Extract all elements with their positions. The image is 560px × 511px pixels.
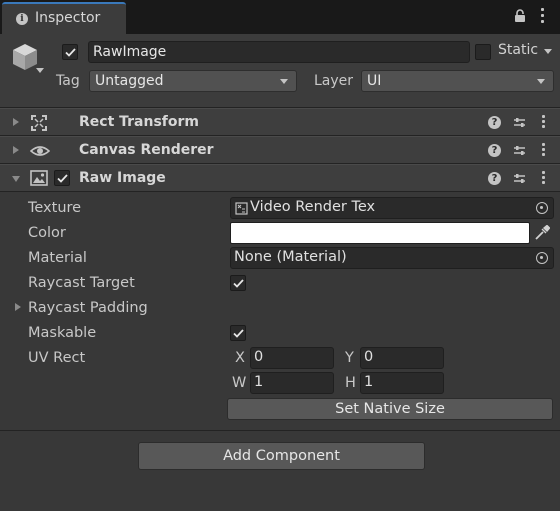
material-object-field[interactable]: None (Material): [230, 247, 554, 269]
layer-dropdown[interactable]: UI: [361, 70, 554, 92]
texture-object-field[interactable]: Video Render Tex: [230, 197, 554, 219]
raycast-target-checkbox[interactable]: [230, 275, 246, 291]
component-title: Rect Transform: [79, 114, 200, 130]
component-rect-transform[interactable]: Rect Transform ?: [0, 108, 560, 136]
gameobject-header: RawImage Static Tag Untagged Layer UI: [0, 34, 560, 108]
name-input[interactable]: RawImage: [88, 41, 470, 63]
uv-w-field[interactable]: 1: [250, 372, 334, 394]
chevron-down-icon: [537, 79, 545, 84]
uv-rect-label: UV Rect: [28, 350, 86, 366]
component-canvas-renderer[interactable]: Canvas Renderer ?: [0, 136, 560, 164]
foldout-arrow-icon[interactable]: [15, 303, 21, 311]
tag-value: Untagged: [95, 73, 164, 89]
layer-label: Layer: [314, 73, 354, 89]
add-component-button[interactable]: Add Component: [138, 442, 425, 470]
color-label: Color: [28, 225, 66, 241]
checkmark-icon: [65, 48, 76, 57]
foldout-arrow-icon[interactable]: [12, 176, 20, 182]
set-native-size-button[interactable]: Set Native Size: [227, 398, 553, 420]
material-value: None (Material): [234, 249, 347, 265]
maskable-checkbox[interactable]: [230, 325, 246, 341]
raw-image-properties: Texture Video Render Tex Color Material …: [0, 193, 560, 431]
presets-icon[interactable]: [513, 172, 526, 185]
kebab-menu-icon[interactable]: [539, 8, 545, 24]
static-dropdown-icon[interactable]: [544, 49, 552, 54]
uv-y-field[interactable]: 0: [360, 347, 444, 369]
lock-icon[interactable]: [514, 9, 526, 23]
uv-y-label: Y: [345, 350, 354, 366]
rect-transform-icon: [31, 115, 47, 131]
uv-w-label: W: [232, 375, 247, 391]
layer-value: UI: [367, 73, 382, 89]
object-picker-icon[interactable]: [536, 202, 548, 214]
material-label: Material: [28, 250, 87, 266]
tab-label: Inspector: [35, 10, 101, 26]
help-icon[interactable]: ?: [488, 172, 501, 185]
checkmark-icon: [57, 174, 68, 183]
image-icon: [30, 170, 48, 186]
static-label: Static: [498, 42, 539, 58]
render-texture-icon: [235, 202, 248, 215]
tag-label: Tag: [56, 73, 80, 89]
eye-icon: [30, 146, 50, 156]
info-icon: i: [16, 13, 28, 25]
checkmark-icon: [233, 279, 244, 288]
checkmark-icon: [233, 329, 244, 338]
maskable-label: Maskable: [28, 325, 97, 341]
static-checkbox[interactable]: [475, 44, 491, 60]
uv-h-field[interactable]: 1: [360, 372, 444, 394]
component-title: Raw Image: [79, 170, 166, 186]
tag-dropdown[interactable]: Untagged: [89, 70, 297, 92]
tab-inspector[interactable]: i Inspector: [2, 2, 126, 34]
component-title: Canvas Renderer: [79, 142, 214, 158]
object-picker-icon[interactable]: [536, 252, 548, 264]
help-icon[interactable]: ?: [488, 144, 501, 157]
uv-x-label: X: [235, 350, 245, 366]
component-menu-icon[interactable]: [541, 143, 545, 159]
presets-icon[interactable]: [513, 144, 526, 157]
chevron-down-icon: [280, 79, 288, 84]
raycast-target-label: Raycast Target: [28, 275, 135, 291]
foldout-arrow-icon[interactable]: [13, 118, 19, 126]
help-icon[interactable]: ?: [488, 116, 501, 129]
tab-bar: i Inspector: [0, 0, 560, 34]
chevron-down-icon[interactable]: [36, 68, 44, 73]
color-swatch[interactable]: [230, 222, 530, 244]
eyedropper-icon[interactable]: [534, 225, 550, 241]
active-checkbox[interactable]: [62, 44, 78, 60]
component-enabled-checkbox[interactable]: [54, 170, 70, 186]
presets-icon[interactable]: [513, 116, 526, 129]
uv-x-field[interactable]: 0: [250, 347, 334, 369]
texture-label: Texture: [28, 200, 82, 216]
uv-h-label: H: [345, 375, 356, 391]
component-menu-icon[interactable]: [541, 171, 545, 187]
component-menu-icon[interactable]: [541, 115, 545, 131]
raycast-padding-label[interactable]: Raycast Padding: [28, 300, 148, 316]
texture-value: Video Render Tex: [250, 199, 376, 215]
component-raw-image[interactable]: Raw Image ?: [0, 164, 560, 192]
foldout-arrow-icon[interactable]: [13, 146, 19, 154]
